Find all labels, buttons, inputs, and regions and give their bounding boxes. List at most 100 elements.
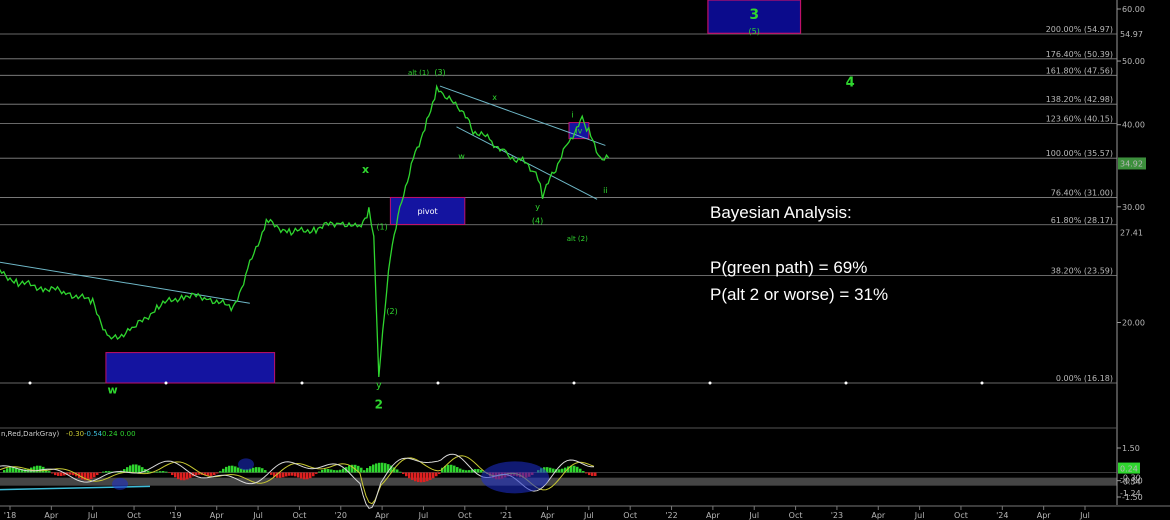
time-tick-label: Apr bbox=[541, 511, 556, 520]
wave-label: y bbox=[376, 380, 382, 391]
oscillator-histogram-bar bbox=[588, 472, 591, 476]
oscillator-histogram-bar bbox=[306, 472, 309, 480]
fib-level-label: 0.00% (16.18) bbox=[1056, 374, 1113, 383]
oscillator-histogram-bar bbox=[573, 465, 576, 473]
oscillator-histogram-bar bbox=[300, 472, 303, 479]
support-box bbox=[105, 352, 276, 384]
oscillator-histogram-bar bbox=[216, 472, 219, 474]
oscillator-histogram-bar bbox=[132, 464, 135, 473]
oscillator-histogram-bar bbox=[366, 468, 369, 473]
reference-dot bbox=[708, 381, 712, 385]
oscillator-histogram-bar bbox=[561, 468, 564, 473]
oscillator-histogram-bar bbox=[138, 465, 141, 473]
oscillator-histogram-bar bbox=[414, 472, 417, 482]
oscillator-histogram-bar bbox=[405, 472, 408, 477]
time-tick-label: '22 bbox=[665, 511, 677, 520]
price-flag-label: 54.97 bbox=[1120, 30, 1143, 39]
oscillator-histogram-bar bbox=[51, 472, 54, 474]
wave-label: alt (1) bbox=[408, 69, 429, 77]
oscillator-histogram-bar bbox=[453, 465, 456, 473]
oscillator-histogram-bar bbox=[429, 472, 432, 480]
wave-label: alt (2) bbox=[567, 235, 588, 243]
oscillator-histogram-bar bbox=[285, 472, 288, 477]
oscillator-histogram-bar bbox=[399, 471, 402, 473]
oscillator-histogram-bar bbox=[105, 471, 108, 473]
oscillator-histogram-bar bbox=[90, 472, 93, 480]
oscillator-histogram-bar bbox=[279, 472, 282, 478]
oscillator-legend-value: -0.54 bbox=[84, 430, 103, 438]
oscillator-histogram-bar bbox=[255, 467, 258, 473]
oscillator-histogram-bar bbox=[333, 470, 336, 473]
oscillator-highlight bbox=[112, 477, 128, 490]
oscillator-histogram-bar bbox=[258, 467, 261, 473]
wave-label: (4) bbox=[532, 216, 543, 225]
wave-label: 4 bbox=[846, 76, 855, 91]
oscillator-histogram-bar bbox=[180, 472, 183, 481]
oscillator-histogram-bar bbox=[330, 469, 333, 473]
oscillator-histogram-bar bbox=[234, 466, 237, 473]
reference-dot bbox=[28, 381, 32, 385]
wave-label: y bbox=[535, 203, 540, 212]
oscillator-histogram-bar bbox=[159, 471, 162, 473]
oscillator-flag-label: -1.24 bbox=[1120, 489, 1141, 498]
pivot-label: pivot bbox=[418, 207, 438, 216]
oscillator-histogram-bar bbox=[288, 472, 291, 476]
trendline bbox=[0, 261, 250, 304]
price-series-line bbox=[0, 83, 610, 378]
oscillator-histogram-bar bbox=[324, 469, 327, 473]
time-tick-label: '23 bbox=[831, 511, 843, 520]
oscillator-histogram-bar bbox=[420, 472, 423, 483]
oscillator-histogram-bar bbox=[270, 472, 273, 475]
oscillator-histogram-bar bbox=[213, 472, 216, 476]
oscillator-histogram-bar bbox=[219, 471, 222, 473]
oscillator-histogram-bar bbox=[318, 471, 321, 473]
oscillator-histogram-bar bbox=[369, 466, 372, 473]
oscillator-histogram-bar bbox=[360, 467, 363, 473]
oscillator-histogram-bar bbox=[195, 472, 198, 476]
oscillator-histogram-bar bbox=[327, 469, 330, 473]
oscillator-histogram-bar bbox=[147, 470, 150, 473]
fib-level-label: 100.00% (35.57) bbox=[1046, 149, 1113, 158]
oscillator-histogram-bar bbox=[93, 472, 96, 478]
oscillator-histogram-bar bbox=[6, 468, 9, 473]
oscillator-histogram-bar bbox=[102, 471, 105, 473]
oscillator-legend-value: 0.24 bbox=[102, 430, 118, 438]
wave-label: (2) bbox=[386, 307, 397, 316]
oscillator-histogram-bar bbox=[57, 472, 60, 476]
fib-level-label: 138.20% (42.98) bbox=[1046, 95, 1113, 104]
oscillator-histogram-bar bbox=[168, 472, 171, 474]
time-tick-label: Jul bbox=[748, 511, 759, 520]
oscillator-histogram-bar bbox=[60, 472, 63, 476]
price-tick-label: 20.00 bbox=[1122, 319, 1145, 328]
oscillator-histogram-bar bbox=[321, 469, 324, 473]
wave-label: 2 bbox=[375, 397, 383, 411]
reference-dot bbox=[572, 381, 576, 385]
bayesian-title: Bayesian Analysis: bbox=[710, 203, 852, 222]
time-tick-label: Jul bbox=[252, 511, 263, 520]
oscillator-histogram-bar bbox=[3, 470, 6, 473]
reference-dot bbox=[844, 381, 848, 385]
price-tick-label: 50.00 bbox=[1122, 57, 1145, 66]
oscillator-histogram-bar bbox=[579, 468, 582, 473]
oscillator-histogram-bar bbox=[309, 472, 312, 479]
oscillator-histogram-bar bbox=[36, 465, 39, 473]
price-tick-label: 30.00 bbox=[1122, 203, 1145, 212]
time-tick-label: Jul bbox=[583, 511, 594, 520]
oscillator-highlight bbox=[481, 461, 549, 494]
oscillator-histogram-bar bbox=[339, 469, 342, 473]
oscillator-histogram-bar bbox=[417, 472, 420, 483]
time-tick-label: Oct bbox=[458, 511, 472, 520]
oscillator-histogram-bar bbox=[435, 472, 438, 477]
oscillator-histogram-bar bbox=[252, 467, 255, 473]
oscillator-histogram-bar bbox=[372, 464, 375, 473]
time-tick-label: Oct bbox=[127, 511, 141, 520]
oscillator-histogram-bar bbox=[459, 468, 462, 473]
time-tick-label: Jul bbox=[1079, 511, 1090, 520]
oscillator-histogram-bar bbox=[549, 467, 552, 473]
oscillator-histogram-bar bbox=[411, 472, 414, 480]
price-flag-label: 34.92 bbox=[1120, 159, 1143, 168]
oscillator-histogram-bar bbox=[294, 472, 297, 477]
time-tick-label: Apr bbox=[871, 511, 886, 520]
oscillator-histogram-bar bbox=[183, 472, 186, 481]
oscillator-histogram-bar bbox=[264, 470, 267, 473]
